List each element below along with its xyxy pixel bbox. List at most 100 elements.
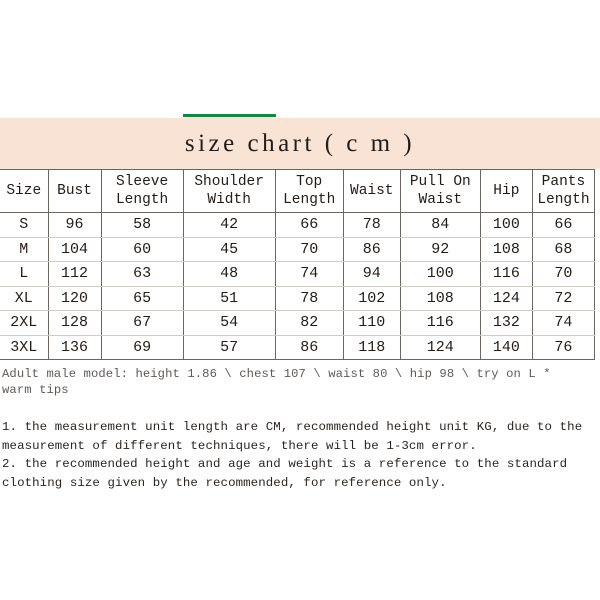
cell-pants-length: 68 xyxy=(531,236,596,262)
cell-shoulder-width: 48 xyxy=(182,261,276,287)
size-table-container: Size Bust Sleeve Length Shoulder Width T xyxy=(0,169,596,360)
model-note-line-1: Adult male model: height 1.86 \ chest 10… xyxy=(2,367,551,381)
cell-pants-length: 76 xyxy=(531,334,596,360)
cell-bust: 96 xyxy=(47,212,102,238)
cell-top-length: 82 xyxy=(274,310,344,336)
column-header-pull-on-waist: Pull On Waist xyxy=(399,169,481,213)
cell-pants-length: 66 xyxy=(531,212,596,238)
cell-size: M xyxy=(0,236,49,262)
table-row: L 112 63 48 74 94 100 116 70 xyxy=(0,261,596,287)
cell-sleeve-length: 63 xyxy=(100,261,184,287)
cell-hip: 124 xyxy=(479,285,533,311)
cell-pull-on-waist: 92 xyxy=(399,236,481,262)
table-row: S 96 58 42 66 78 84 100 66 xyxy=(0,212,596,238)
cell-pull-on-waist: 100 xyxy=(399,261,481,287)
cell-shoulder-width: 42 xyxy=(182,212,276,238)
cell-sleeve-length: 60 xyxy=(100,236,184,262)
size-table: Size Bust Sleeve Length Shoulder Width T xyxy=(0,169,596,360)
disclaimer-notes: 1. the measurement unit length are CM, r… xyxy=(2,418,594,492)
column-header-waist: Waist xyxy=(342,169,401,213)
column-header-pants-length: Pants Length xyxy=(531,169,596,213)
column-header-size: Size xyxy=(0,169,49,213)
cell-waist: 118 xyxy=(342,334,401,360)
cell-bust: 136 xyxy=(47,334,102,360)
note-1-line-1: 1. the measurement unit length are CM, r… xyxy=(2,420,583,434)
top-white-spacer xyxy=(0,0,600,118)
column-header-shoulder-width-line1: Shoulder xyxy=(194,173,264,190)
cell-shoulder-width: 51 xyxy=(182,285,276,311)
cell-sleeve-length: 58 xyxy=(100,212,184,238)
cell-waist: 94 xyxy=(342,261,401,287)
cell-hip: 140 xyxy=(479,334,533,360)
table-row: XL 120 65 51 78 102 108 124 72 xyxy=(0,285,596,311)
column-header-sleeve-length: Sleeve Length xyxy=(100,169,184,213)
column-header-pull-on-waist-line2: Waist xyxy=(418,192,463,208)
table-row: M 104 60 45 70 86 92 108 68 xyxy=(0,236,596,262)
cell-shoulder-width: 54 xyxy=(182,310,276,336)
cell-sleeve-length: 65 xyxy=(100,285,184,311)
column-header-top-length-line2: Length xyxy=(283,192,336,208)
table-row: 3XL 136 69 57 86 118 124 140 76 xyxy=(0,334,596,360)
cell-pants-length: 72 xyxy=(531,285,596,311)
cell-bust: 104 xyxy=(47,236,102,262)
cell-top-length: 70 xyxy=(274,236,344,262)
cell-bust: 112 xyxy=(47,261,102,287)
cell-sleeve-length: 69 xyxy=(100,334,184,360)
cell-bust: 120 xyxy=(47,285,102,311)
column-header-shoulder-width-line2: Width xyxy=(207,192,251,208)
table-header-row: Size Bust Sleeve Length Shoulder Width T xyxy=(0,169,596,213)
cell-waist: 110 xyxy=(342,310,401,336)
column-header-pants-length-line1: Pants xyxy=(541,173,586,190)
green-accent-rule xyxy=(183,114,276,117)
cell-pull-on-waist: 124 xyxy=(399,334,481,360)
cell-shoulder-width: 45 xyxy=(182,236,276,262)
cell-top-length: 66 xyxy=(274,212,344,238)
cell-pull-on-waist: 84 xyxy=(399,212,481,238)
cell-size: 3XL xyxy=(0,334,49,360)
cell-hip: 100 xyxy=(479,212,533,238)
cell-top-length: 74 xyxy=(274,261,344,287)
cell-pants-length: 70 xyxy=(531,261,596,287)
cell-shoulder-width: 57 xyxy=(182,334,276,360)
cell-pull-on-waist: 116 xyxy=(399,310,481,336)
column-header-sleeve-length-line1: Sleeve xyxy=(115,173,169,190)
cell-bust: 128 xyxy=(47,310,102,336)
table-header: Size Bust Sleeve Length Shoulder Width T xyxy=(0,169,596,213)
column-header-bust-line1: Bust xyxy=(57,182,92,199)
cell-top-length: 86 xyxy=(274,334,344,360)
cell-hip: 108 xyxy=(479,236,533,262)
cell-size: XL xyxy=(0,285,49,311)
model-measurements-note: Adult male model: height 1.86 \ chest 10… xyxy=(2,367,596,398)
cell-hip: 132 xyxy=(479,310,533,336)
model-note-line-2: warm tips xyxy=(2,382,69,397)
column-header-size-line1: Size xyxy=(6,182,42,199)
cell-sleeve-length: 67 xyxy=(100,310,184,336)
column-header-sleeve-length-line2: Length xyxy=(115,192,169,208)
title-band: size chart ( c m ) xyxy=(0,118,600,169)
table-body: S 96 58 42 66 78 84 100 66 M 104 60 45 7… xyxy=(0,212,596,360)
column-header-hip-line1: Hip xyxy=(493,182,520,199)
cell-top-length: 78 xyxy=(274,285,344,311)
cell-size: L xyxy=(0,261,49,287)
size-chart-page: size chart ( c m ) Size Bust Sleeve Leng… xyxy=(0,0,600,600)
column-header-top-length-line1: Top xyxy=(296,173,323,190)
column-header-top-length: Top Length xyxy=(274,169,344,213)
cell-size: 2XL xyxy=(0,310,49,336)
column-header-pants-length-line2: Length xyxy=(537,192,590,208)
column-header-waist-line1: Waist xyxy=(350,182,394,199)
cell-size: S xyxy=(0,212,49,238)
page-title: size chart ( c m ) xyxy=(184,129,416,157)
note-1-line-2: measurement of different techniques, the… xyxy=(2,438,477,453)
cell-waist: 86 xyxy=(342,236,401,262)
column-header-pull-on-waist-line1: Pull On xyxy=(409,173,471,190)
cell-hip: 116 xyxy=(479,261,533,287)
cell-pants-length: 74 xyxy=(531,310,596,336)
column-header-bust: Bust xyxy=(47,169,102,213)
cell-pull-on-waist: 108 xyxy=(399,285,481,311)
cell-waist: 102 xyxy=(342,285,401,311)
cell-waist: 78 xyxy=(342,212,401,238)
column-header-shoulder-width: Shoulder Width xyxy=(182,169,276,213)
column-header-hip: Hip xyxy=(479,169,533,213)
note-2-line-1: 2. the recommended height and age and we… xyxy=(2,457,568,471)
note-2-line-2: clothing size given by the recommended, … xyxy=(2,475,447,490)
